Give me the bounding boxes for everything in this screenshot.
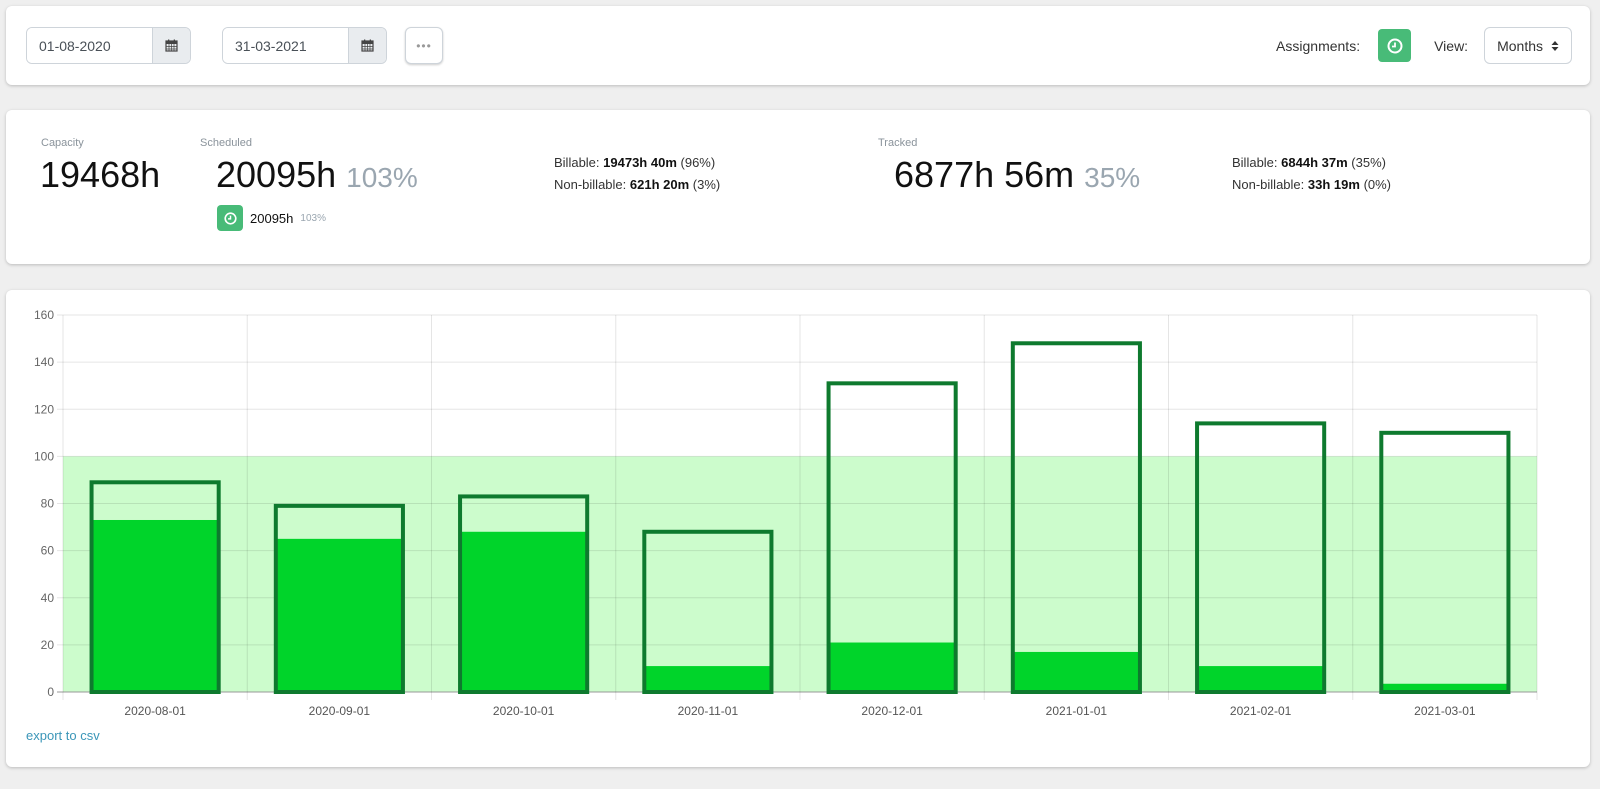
chart-panel: 0 20 40 60 80 100 120 140 160 2020-08-01 2020-09-0… xyxy=(6,290,1590,767)
start-date-input[interactable] xyxy=(27,28,152,63)
clock-icon xyxy=(223,211,237,225)
billable-label: Billable: xyxy=(1232,155,1278,170)
billable-percent: (35%) xyxy=(1351,155,1386,170)
summary-panel: Capacity 19468h Scheduled 20095h 103% 20… xyxy=(6,110,1590,264)
y-tick-label: 140 xyxy=(34,355,54,369)
assignments-badge xyxy=(217,205,243,231)
billable-percent: (96%) xyxy=(680,155,716,170)
billable-value: 6844h 37m xyxy=(1281,155,1348,170)
export-csv-link[interactable]: export to csv xyxy=(26,728,100,743)
nonbillable-label: Non-billable: xyxy=(554,177,627,192)
scheduled-assignments: 20095h 103% xyxy=(217,205,326,231)
assignments-toggle-button[interactable] xyxy=(1378,29,1412,62)
capacity-chart: 0 20 40 60 80 100 120 140 160 2020-08-01 2020-09-0… xyxy=(34,308,1538,718)
x-tick-label: 2020-09-01 xyxy=(309,704,371,718)
y-tick-label: 100 xyxy=(34,449,54,463)
tracked-bar xyxy=(644,666,772,692)
tracked-bar xyxy=(828,642,956,692)
start-date-calendar-button[interactable] xyxy=(152,28,190,63)
nonbillable-value: 621h 20m xyxy=(629,177,690,192)
more-options-button[interactable]: ••• xyxy=(405,27,443,64)
sort-caret-icon xyxy=(1551,40,1559,51)
y-tick-label: 80 xyxy=(41,497,55,511)
y-tick-label: 120 xyxy=(34,402,54,416)
tracked-percent: 35% xyxy=(1084,162,1141,193)
x-tick-label: 2020-08-01 xyxy=(124,704,186,718)
tracked-bar xyxy=(460,531,588,692)
calendar-icon xyxy=(361,39,374,52)
tracked-bar xyxy=(1012,651,1140,692)
y-tick-label: 40 xyxy=(41,591,55,605)
toolbar-right: Assignments: View: Months xyxy=(1276,27,1572,64)
y-tick-label: 60 xyxy=(41,544,55,558)
toolbar: ••• Assignments: View: Months xyxy=(6,6,1590,85)
tracked-nonbillable-row: Non-billable: 33h 19m (0%) xyxy=(1232,174,1391,196)
capacity-value: 19468h xyxy=(40,154,160,196)
x-tick-label: 2021-02-01 xyxy=(1230,704,1292,718)
view-label: View: xyxy=(1434,37,1469,54)
ellipsis-icon: ••• xyxy=(416,38,432,53)
tracked-hours: 6877h 56m xyxy=(894,154,1075,195)
assignment-hours: 20095h xyxy=(250,210,294,226)
billable-label: Billable: xyxy=(554,155,600,170)
scheduled-percent: 103% xyxy=(346,162,418,193)
tracked-value: 6877h 56m 35% xyxy=(894,154,1140,196)
tracked-breakdown: Billable: 6844h 37m (35%) Non-billable: … xyxy=(1232,152,1391,196)
capacity-label: Capacity xyxy=(41,137,84,149)
tracked-billable-row: Billable: 6844h 37m (35%) xyxy=(1232,152,1391,174)
assignment-percent: 103% xyxy=(300,212,326,224)
scheduled-billable-row: Billable: 19473h 40m (96%) xyxy=(554,152,720,174)
tracked-bar xyxy=(1197,666,1325,692)
x-tick-label: 2020-12-01 xyxy=(861,704,923,718)
start-date-picker xyxy=(26,27,191,64)
y-tick-label: 160 xyxy=(34,308,54,322)
clock-icon xyxy=(1387,38,1403,53)
end-date-calendar-button[interactable] xyxy=(348,28,386,63)
nonbillable-value: 33h 19m xyxy=(1307,177,1360,192)
x-tick-label: 2020-10-01 xyxy=(493,704,555,718)
tracked-bar xyxy=(275,538,403,692)
view-select-value: Months xyxy=(1497,37,1543,54)
nonbillable-percent: (3%) xyxy=(692,177,721,192)
calendar-icon xyxy=(165,39,178,52)
x-tick-label: 2021-01-01 xyxy=(1046,704,1108,718)
scheduled-breakdown: Billable: 19473h 40m (96%) Non-billable:… xyxy=(554,152,720,196)
scheduled-hours: 20095h xyxy=(216,154,337,195)
tracked-bar xyxy=(91,519,219,692)
end-date-picker xyxy=(222,27,387,64)
y-tick-label: 0 xyxy=(47,685,54,699)
scheduled-value: 20095h 103% xyxy=(216,154,418,196)
y-tick-label: 20 xyxy=(41,638,55,652)
nonbillable-label: Non-billable: xyxy=(1232,177,1305,192)
view-select[interactable]: Months xyxy=(1484,27,1572,64)
scheduled-nonbillable-row: Non-billable: 621h 20m (3%) xyxy=(554,174,720,196)
billable-value: 19473h 40m xyxy=(603,155,677,170)
x-tick-label: 2021-03-01 xyxy=(1414,704,1476,718)
assignments-label: Assignments: xyxy=(1276,37,1361,54)
x-tick-label: 2020-11-01 xyxy=(678,704,739,718)
scheduled-label: Scheduled xyxy=(200,137,252,149)
end-date-input[interactable] xyxy=(223,28,348,63)
tracked-label: Tracked xyxy=(878,137,918,149)
capacity-hours: 19468h xyxy=(40,154,161,195)
nonbillable-percent: (0%) xyxy=(1363,177,1392,192)
